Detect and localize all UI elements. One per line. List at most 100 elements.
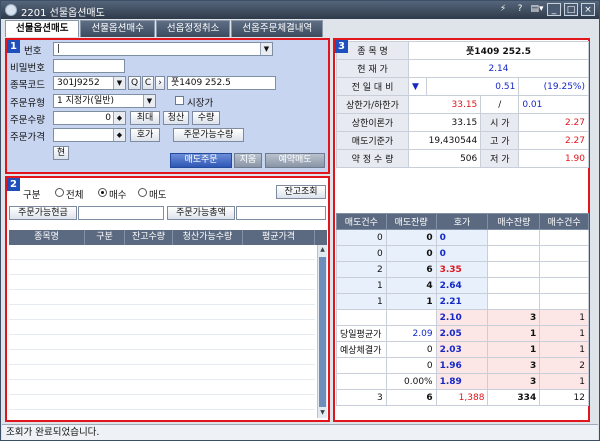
col-balance-qty: 잔고수량 <box>125 230 173 245</box>
tab-futures-sell[interactable]: 선물옵션매도 <box>5 20 80 37</box>
radio-buy[interactable] <box>98 188 107 197</box>
tab-order-history[interactable]: 선옵주문체결내역 <box>231 20 324 37</box>
info-row-price: 현 재 가 2.14 <box>336 59 589 78</box>
table-row[interactable] <box>9 245 315 260</box>
orderable-total-field <box>236 206 326 220</box>
info-row-name: 종 목 명 풋1409 252.5 <box>336 41 589 60</box>
code-next-button[interactable]: › <box>155 76 165 90</box>
order-book-header: 매도건수 매도잔량 호가 매수잔량 매수건수 <box>336 213 589 230</box>
col-avg-price: 평균가격 <box>243 230 315 245</box>
market-price-label: 시장가 <box>187 98 214 109</box>
orderable-cash-button[interactable]: 주문가능현금 <box>9 206 77 220</box>
table-row[interactable] <box>9 335 315 350</box>
expected-price-label: 예상체결가 <box>336 341 387 358</box>
order-type-select[interactable]: 1 지정가(일반) ▼ <box>53 94 156 108</box>
ask-row[interactable]: 2 6 3.35 <box>336 261 589 278</box>
help-icon[interactable]: ? <box>513 3 527 16</box>
maximize-icon[interactable]: □ <box>564 3 578 16</box>
orderable-total-button[interactable]: 주문가능총액 <box>167 206 235 220</box>
balance-grid-header: 종목명 구분 잔고수량 청산가능수량 평균가격 <box>9 230 327 245</box>
sell-order-button[interactable]: 매도주문 <box>170 153 232 168</box>
qty-label: 주문수량 <box>10 115 45 126</box>
tab-modify-cancel[interactable]: 선옵정정취소 <box>155 20 231 37</box>
table-row[interactable] <box>9 320 315 335</box>
tab-futures-buy[interactable]: 선물옵션매수 <box>80 20 155 37</box>
code-input[interactable]: 301J9252 ▼ <box>53 76 126 90</box>
ask-row[interactable]: 0 0 0 <box>336 229 589 246</box>
clear-button[interactable]: 청산 <box>163 111 189 125</box>
reserve-sell-button[interactable]: 예약매도 <box>265 153 325 168</box>
radio-all[interactable] <box>55 188 64 197</box>
table-row[interactable] <box>9 350 315 365</box>
table-row[interactable] <box>9 365 315 380</box>
info-row-limits: 상한가/하한가 33.15 / 0.01 <box>336 95 589 114</box>
order-entry-panel: 1 번호 | ▼ 비밀번호 종목코드 301J9252 ▼ Q C › 풋1409 … <box>5 38 330 174</box>
qty-input[interactable]: 0 ◆ <box>53 111 126 125</box>
max-button[interactable]: 최대 <box>130 111 160 125</box>
table-row[interactable] <box>9 380 315 395</box>
price-quote-button[interactable]: 호가 <box>130 128 160 142</box>
close-icon[interactable]: × <box>581 3 595 16</box>
search-button[interactable]: Q <box>128 76 141 90</box>
code-c-button[interactable]: C <box>142 76 154 90</box>
balance-panel: 2 구분 전체 매수 매도 잔고조회 주문가능현금 주문가능총액 종목명 구분 … <box>5 176 330 422</box>
col-name: 종목명 <box>9 230 85 245</box>
scroll-up-icon[interactable]: ▲ <box>318 245 327 255</box>
avg-price-value: 2.09 <box>385 325 437 342</box>
scroll-down-icon[interactable]: ▼ <box>318 408 327 418</box>
bid-row[interactable]: 2.10 3 1 <box>336 309 589 326</box>
scroll-thumb[interactable] <box>319 257 326 407</box>
upper-limit: 33.15 <box>407 95 482 114</box>
orderable-cash-field <box>78 206 164 220</box>
ask-row[interactable]: 0 0 0 <box>336 245 589 262</box>
order-book: 매도건수 매도잔량 호가 매수잔량 매수건수 0 0 0 0 0 0 2 6 3… <box>336 213 589 406</box>
table-row[interactable] <box>9 275 315 290</box>
table-row[interactable] <box>9 260 315 275</box>
col-clearable-qty: 청산가능수량 <box>173 230 243 245</box>
price-label: 주문가격 <box>10 132 45 143</box>
stepper-icon[interactable]: ◆ <box>113 112 125 124</box>
table-row[interactable] <box>9 290 315 305</box>
qty-button[interactable]: 수량 <box>192 111 220 125</box>
panel-badge-3: 3 <box>335 40 348 53</box>
order-type-label: 주문유형 <box>10 98 45 109</box>
account-select[interactable]: | ▼ <box>53 42 273 56</box>
chevron-down-icon[interactable]: ▼ <box>113 77 125 89</box>
bid-row[interactable]: 0 1.96 3 2 <box>336 357 589 374</box>
low-price: 1.90 <box>518 149 589 168</box>
code-label: 종목코드 <box>10 80 45 91</box>
minimize-icon[interactable]: _ <box>547 3 561 16</box>
table-row[interactable] <box>9 395 315 410</box>
quote-panel: 3 종 목 명 풋1409 252.5 현 재 가 2.14 전 일 대 비 ▼… <box>333 38 590 422</box>
down-arrow-icon: ▼ <box>408 77 427 96</box>
radio-sell[interactable] <box>138 188 147 197</box>
bid-row[interactable]: 예상체결가 0 2.03 1 1 <box>336 341 589 358</box>
reset-button[interactable]: 지움 <box>234 153 262 168</box>
current-price-button[interactable]: 현 <box>53 146 69 160</box>
password-label: 비밀번호 <box>10 63 45 74</box>
product-name: 풋1409 252.5 <box>408 41 589 60</box>
balance-scrollbar[interactable]: ▲ ▼ <box>317 245 327 418</box>
market-price-checkbox[interactable] <box>175 96 184 105</box>
expected-price-value: 0 <box>385 341 437 358</box>
change-value: 0.51 <box>425 77 520 96</box>
radio-buy-label: 매수 <box>109 190 127 201</box>
bid-row[interactable]: 당일평균가 2.09 2.05 1 1 <box>336 325 589 342</box>
main-window: 2201 선물옵션매도 ⚡ ? ▤▾ _ □ × 선물옵션매도 선물옵션매수 선… <box>0 0 600 441</box>
change-pct: (19.25%) <box>518 77 589 96</box>
chevron-down-icon[interactable]: ▼ <box>143 95 155 107</box>
ask-row[interactable]: 1 4 2.64 <box>336 277 589 294</box>
password-field[interactable] <box>53 59 125 73</box>
pin-icon[interactable]: ⚡ <box>496 3 510 16</box>
status-bar: 조회가 완료되었습니다. <box>2 424 598 440</box>
chevron-down-icon[interactable]: ▼ <box>260 43 272 55</box>
table-row[interactable] <box>9 305 315 320</box>
tab-bar: 선물옵션매도 선물옵션매수 선옵정정취소 선옵주문체결내역 <box>5 20 324 37</box>
menu-icon[interactable]: ▤▾ <box>530 3 544 16</box>
orderable-qty-button[interactable]: 주문가능수량 <box>173 128 244 142</box>
bid-row[interactable]: 0.00% 1.89 3 1 <box>336 373 589 390</box>
price-input[interactable]: ◆ <box>53 128 126 142</box>
stepper-icon[interactable]: ◆ <box>113 129 125 141</box>
ask-row[interactable]: 1 1 2.21 <box>336 293 589 310</box>
balance-query-button[interactable]: 잔고조회 <box>276 185 326 199</box>
